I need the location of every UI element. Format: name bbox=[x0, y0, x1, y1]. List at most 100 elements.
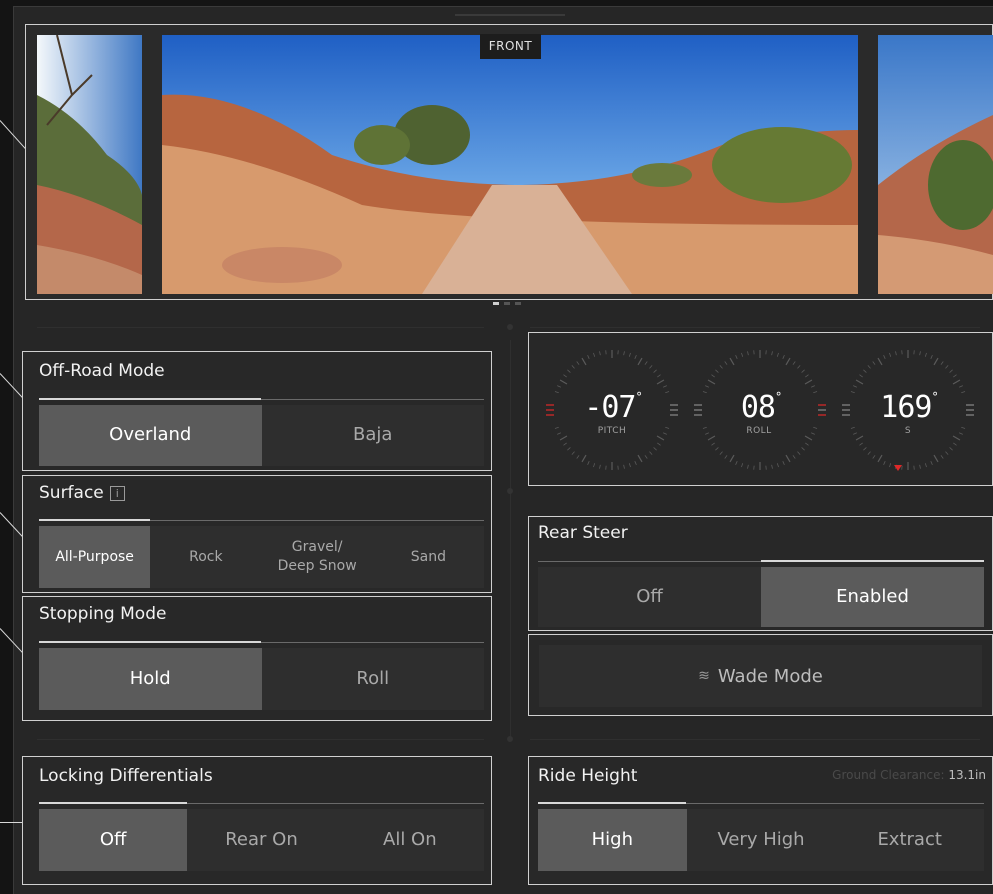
stopping-option-hold[interactable]: Hold bbox=[39, 648, 262, 710]
gauge-tick bbox=[855, 435, 864, 441]
gauge-tick bbox=[919, 351, 921, 356]
gauge-tick bbox=[702, 391, 707, 394]
differential-option-off[interactable]: Off bbox=[39, 809, 188, 871]
front-camera-image[interactable] bbox=[162, 35, 858, 294]
gauge-tick bbox=[813, 426, 818, 429]
offroad-option-baja[interactable]: Baja bbox=[262, 405, 485, 466]
surface-title: Surface i bbox=[39, 483, 125, 503]
gauge-tick bbox=[662, 432, 667, 435]
rear-steer-panel: Rear Steer Off Enabled bbox=[528, 516, 993, 631]
gauge-tick bbox=[729, 357, 735, 366]
gauge-tick bbox=[656, 379, 665, 385]
gauge-tick bbox=[581, 454, 587, 463]
divider-node bbox=[507, 488, 513, 494]
ride-height-option-extract[interactable]: Extract bbox=[835, 809, 984, 871]
info-icon[interactable]: i bbox=[109, 486, 125, 501]
gauge-tick bbox=[662, 385, 667, 388]
gauge-tick bbox=[952, 435, 961, 441]
gauge-tick bbox=[889, 463, 892, 468]
camera-pager[interactable] bbox=[493, 302, 533, 306]
ride-height-option-high[interactable]: High bbox=[538, 809, 687, 871]
gauge-tick bbox=[587, 460, 590, 465]
gauge-tick bbox=[853, 385, 858, 388]
gauge-tick bbox=[792, 455, 796, 459]
gauge-tick bbox=[705, 385, 710, 388]
camera-view[interactable] bbox=[25, 24, 993, 300]
gauge-tick bbox=[623, 464, 625, 469]
panel-rule-active bbox=[39, 519, 150, 521]
gauge-tick bbox=[557, 432, 562, 435]
gauge-tick bbox=[883, 355, 886, 360]
gauge-tick bbox=[945, 365, 949, 369]
wade-mode-button[interactable]: ≋ Wade Mode bbox=[539, 645, 982, 707]
ride-height-title: Ride Height bbox=[538, 766, 638, 786]
differential-option-all-on[interactable]: All On bbox=[336, 809, 484, 871]
gauge-tick bbox=[656, 435, 665, 441]
gauge-tick bbox=[805, 442, 809, 446]
gauge-tick bbox=[563, 442, 567, 446]
gauge-tick bbox=[930, 355, 933, 360]
gauge-tick bbox=[711, 442, 715, 446]
gauge-tick bbox=[557, 385, 562, 388]
gauge-tick bbox=[952, 379, 961, 385]
inclinometer-panel: -07° PITCH 08° ROLL 169° S bbox=[528, 332, 993, 486]
offroad-mode-title: Off-Road Mode bbox=[39, 361, 165, 381]
gauge-tick bbox=[953, 442, 957, 446]
gauge-tick bbox=[924, 463, 927, 468]
gauge-tick bbox=[702, 426, 707, 429]
heading-label: S bbox=[904, 426, 912, 436]
camera-pager-dot[interactable] bbox=[493, 302, 499, 305]
ride-height-option-very-high[interactable]: Very High bbox=[687, 809, 836, 871]
differential-option-rear-on[interactable]: Rear On bbox=[187, 809, 335, 871]
camera-pager-dot[interactable] bbox=[504, 302, 510, 305]
gauge-tick bbox=[634, 460, 637, 465]
offroad-mode-selector: Overland Baja bbox=[39, 405, 484, 466]
stopping-mode-title: Stopping Mode bbox=[39, 604, 167, 624]
stopping-mode-selector: Hold Roll bbox=[39, 648, 484, 710]
gauge-tick bbox=[949, 447, 953, 451]
divider-node bbox=[507, 736, 513, 742]
gauge-tick bbox=[724, 361, 728, 365]
gauge-tick bbox=[776, 352, 779, 357]
gauge-tick bbox=[593, 352, 596, 357]
gauge-tick bbox=[649, 365, 653, 369]
offroad-mode-panel: Off-Road Mode Overland Baja bbox=[22, 351, 492, 471]
ground-clearance-value: 13.1in bbox=[948, 768, 986, 782]
stopping-option-roll[interactable]: Roll bbox=[262, 648, 485, 710]
gauge-tick bbox=[644, 361, 648, 365]
gauge-tick bbox=[665, 426, 670, 429]
rear-steer-option-enabled[interactable]: Enabled bbox=[761, 567, 984, 627]
gauge-tick bbox=[949, 369, 953, 373]
stopping-mode-panel: Stopping Mode Hold Roll bbox=[22, 596, 492, 721]
surface-option-sand[interactable]: Sand bbox=[373, 526, 484, 588]
right-camera-image[interactable] bbox=[878, 35, 993, 294]
heading-degree: ° bbox=[931, 390, 938, 404]
rear-steer-selector: Off Enabled bbox=[538, 567, 984, 627]
gauge-tick bbox=[877, 357, 883, 366]
gauge-tick bbox=[634, 355, 637, 360]
divider bbox=[37, 739, 484, 740]
locking-differentials-title: Locking Differentials bbox=[39, 766, 213, 786]
gauge-tick bbox=[593, 463, 596, 468]
offroad-option-overland[interactable]: Overland bbox=[39, 405, 262, 466]
gauge-tick bbox=[895, 351, 897, 356]
gauge-tick bbox=[801, 369, 805, 373]
surface-title-text: Surface bbox=[39, 483, 104, 503]
gauge-tick bbox=[571, 451, 575, 455]
wade-mode-label: Wade Mode bbox=[717, 665, 823, 687]
gauge-tick bbox=[810, 385, 815, 388]
surface-option-rock[interactable]: Rock bbox=[150, 526, 261, 588]
gauge-tick bbox=[850, 426, 855, 429]
roll-value-text: 08 bbox=[740, 390, 776, 425]
surface-option-gravel-deep-snow[interactable]: Gravel/ Deep Snow bbox=[262, 526, 373, 588]
gauge-tick bbox=[735, 460, 738, 465]
rear-steer-option-off[interactable]: Off bbox=[538, 567, 761, 627]
surface-option-all-purpose[interactable]: All-Purpose bbox=[39, 526, 151, 588]
gauge-tick bbox=[961, 426, 966, 429]
gauge-tick bbox=[559, 435, 568, 441]
left-camera-image[interactable] bbox=[37, 35, 142, 294]
camera-pager-dot[interactable] bbox=[515, 302, 521, 305]
gauge-tick bbox=[563, 374, 567, 378]
gauge-tick bbox=[945, 451, 949, 455]
gauge-tick bbox=[863, 369, 867, 373]
